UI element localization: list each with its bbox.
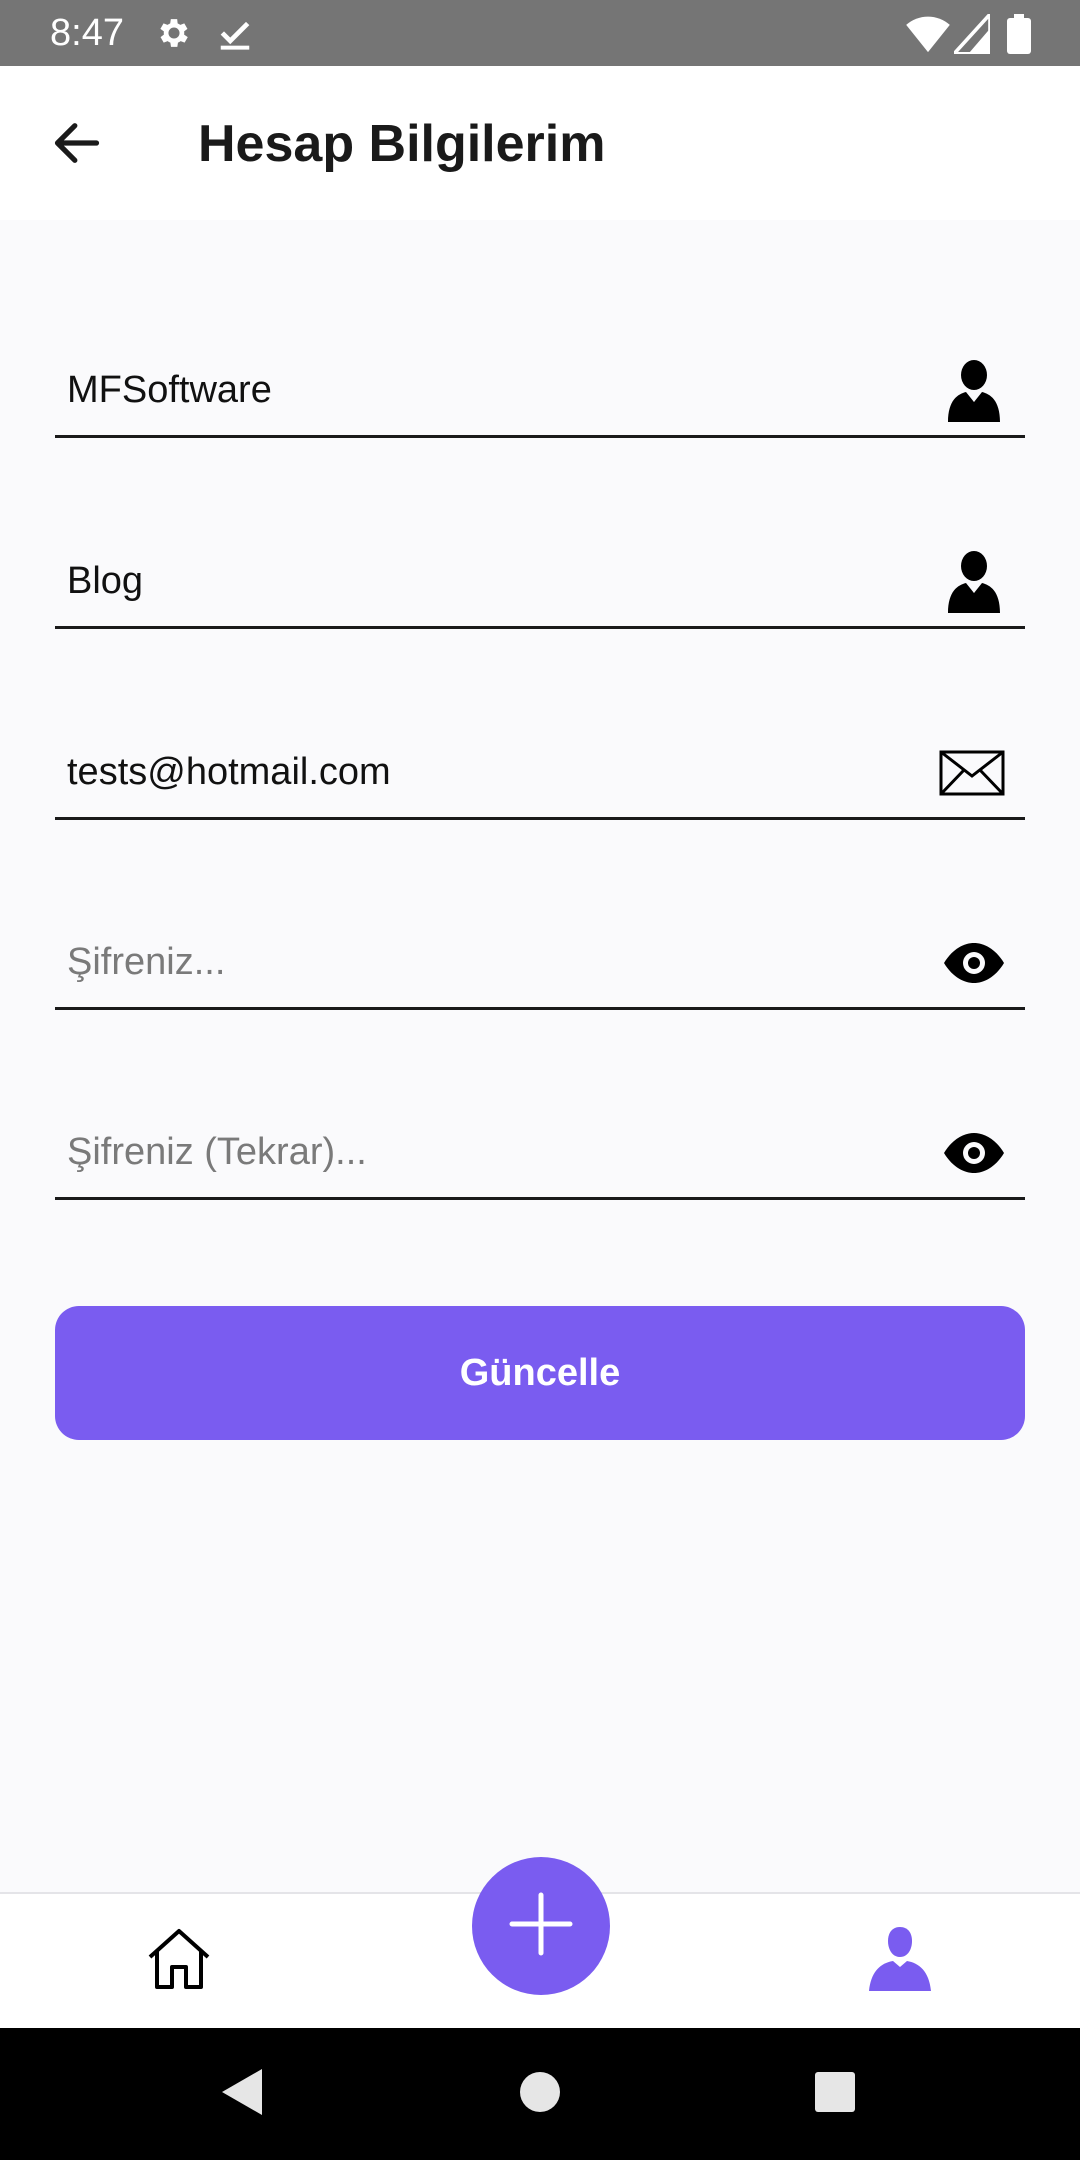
triangle-back-icon bbox=[220, 2067, 264, 2122]
circle-home-icon bbox=[518, 2070, 562, 2119]
update-button[interactable]: Güncelle bbox=[55, 1306, 1025, 1440]
eye-icon[interactable] bbox=[941, 930, 1007, 996]
system-home-button[interactable] bbox=[510, 2064, 570, 2124]
status-time: 8:47 bbox=[50, 12, 124, 54]
email-input[interactable] bbox=[67, 728, 927, 816]
battery-icon bbox=[1007, 14, 1031, 54]
back-button[interactable] bbox=[40, 108, 114, 182]
email-field bbox=[55, 728, 1025, 820]
nav-home[interactable] bbox=[134, 1916, 224, 2006]
system-recents-button[interactable] bbox=[805, 2064, 865, 2124]
eye-icon[interactable] bbox=[941, 1120, 1007, 1186]
status-bar: 8:47 bbox=[0, 0, 1080, 66]
last-name-field bbox=[55, 537, 1025, 629]
check-download-icon bbox=[216, 14, 254, 52]
arrow-left-icon bbox=[51, 117, 103, 174]
app-bar: Hesap Bilgilerim bbox=[0, 66, 1080, 220]
password-input[interactable] bbox=[67, 918, 927, 1006]
envelope-icon[interactable] bbox=[937, 740, 1007, 806]
password-repeat-field bbox=[55, 1108, 1025, 1200]
nav-profile[interactable] bbox=[855, 1916, 945, 2006]
square-recents-icon bbox=[813, 2070, 857, 2119]
signal-icon bbox=[954, 14, 990, 54]
password-repeat-input[interactable] bbox=[67, 1108, 927, 1196]
first-name-field bbox=[55, 346, 1025, 438]
last-name-input[interactable] bbox=[67, 537, 927, 625]
wifi-icon bbox=[906, 14, 950, 54]
add-button[interactable] bbox=[472, 1857, 610, 1995]
plus-icon bbox=[508, 1891, 574, 1962]
user-icon[interactable] bbox=[941, 549, 1007, 615]
system-nav-bar bbox=[0, 2028, 1080, 2160]
user-icon[interactable] bbox=[941, 358, 1007, 424]
password-field bbox=[55, 918, 1025, 1010]
first-name-input[interactable] bbox=[67, 346, 927, 434]
page-title: Hesap Bilgilerim bbox=[198, 115, 606, 173]
system-back-button[interactable] bbox=[212, 2064, 272, 2124]
settings-icon bbox=[155, 14, 193, 52]
person-icon bbox=[867, 1925, 933, 1998]
home-icon bbox=[146, 1927, 212, 1996]
